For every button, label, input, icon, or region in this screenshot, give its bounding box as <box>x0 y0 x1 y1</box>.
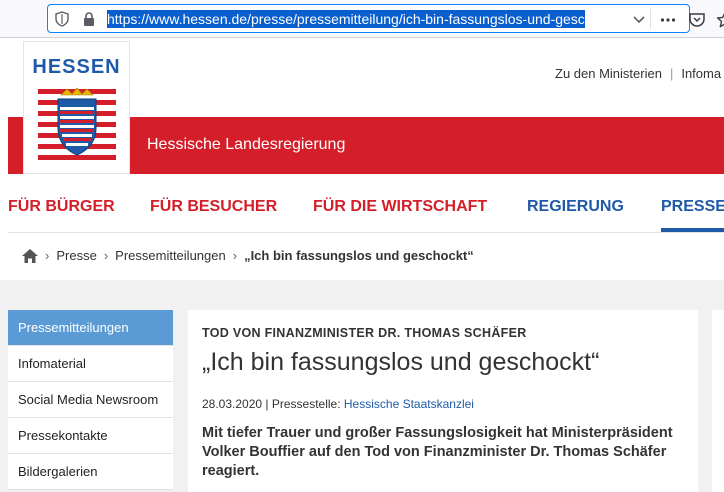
sidebar-item-infomaterial[interactable]: Infomaterial <box>8 346 173 382</box>
source-link[interactable]: Hessische Staatskanzlei <box>344 397 474 411</box>
nav-fuer-buerger[interactable]: FÜR BÜRGER <box>8 198 115 216</box>
breadcrumb-current: „Ich bin fassungslos und geschockt“ <box>244 248 474 263</box>
shield-icon[interactable] <box>54 11 70 27</box>
content-area: Pressemitteilungen Infomaterial Social M… <box>0 280 724 492</box>
breadcrumb: › Presse › Pressemitteilungen › „Ich bin… <box>8 232 724 280</box>
article: TOD VON FINANZMINISTER DR. THOMAS SCHÄFE… <box>188 310 698 492</box>
sidebar-item-bildergalerien[interactable]: Bildergalerien <box>8 454 173 490</box>
top-links: Zu den Ministerien | Infoma <box>555 66 721 81</box>
chevron-right-icon: › <box>232 248 238 263</box>
meta-separator: | <box>262 397 272 411</box>
banner-title[interactable]: Hessische Landesregierung <box>147 136 345 154</box>
breadcrumb-pressemitteilungen[interactable]: Pressemitteilungen <box>115 248 226 263</box>
nav-regierung[interactable]: REGIERUNG <box>527 198 624 216</box>
sidebar-item-social-media-newsroom[interactable]: Social Media Newsroom <box>8 382 173 418</box>
nav-presse[interactable]: PRESSE <box>661 198 724 216</box>
logo-text: HESSEN <box>32 56 121 78</box>
top-link-separator: | <box>669 66 674 81</box>
hessen-logo[interactable]: HESSEN <box>23 41 130 174</box>
right-column-box <box>712 310 724 492</box>
url-divider <box>650 9 651 29</box>
nav-fuer-besucher[interactable]: FÜR BESUCHER <box>150 198 277 216</box>
url-input[interactable]: https://www.hessen.de/presse/pressemitte… <box>107 9 626 29</box>
lock-icon[interactable] <box>81 11 97 27</box>
sidebar: Pressemitteilungen Infomaterial Social M… <box>8 310 173 490</box>
article-lead: Mit tiefer Trauer und großer Fassungslos… <box>202 425 673 479</box>
url-field[interactable]: https://www.hessen.de/presse/pressemitte… <box>47 4 724 33</box>
home-icon[interactable] <box>22 248 38 263</box>
chevron-right-icon: › <box>103 248 109 263</box>
article-date: 28.03.2020 <box>202 397 263 411</box>
link-ministerien[interactable]: Zu den Ministerien <box>555 66 662 81</box>
sidebar-item-pressekontakte[interactable]: Pressekontakte <box>8 418 173 454</box>
article-kicker: TOD VON FINANZMINISTER DR. THOMAS SCHÄFE… <box>202 326 527 340</box>
source-label: Pressestelle: <box>271 397 344 411</box>
site-header: HESSEN Zu den Ministerien | Infoma Hessi… <box>0 38 724 174</box>
article-title: „Ich bin fassungslos und geschockt“ <box>202 348 600 376</box>
bookmark-star-icon[interactable] <box>716 11 724 29</box>
more-horizontal-icon[interactable] <box>659 11 677 29</box>
coat-of-arms-icon <box>38 87 116 160</box>
browser-toolbar: https://www.hessen.de/presse/pressemitte… <box>0 0 724 38</box>
article-meta: 28.03.2020 | Pressestelle: Hessische Sta… <box>202 397 474 411</box>
main-navigation: FÜR BÜRGER FÜR BESUCHER FÜR DIE WIRTSCHA… <box>0 174 724 232</box>
link-infomaterial[interactable]: Infoma <box>681 66 721 81</box>
breadcrumb-presse[interactable]: Presse <box>56 248 96 263</box>
chevron-down-icon[interactable] <box>631 11 647 27</box>
pocket-icon[interactable] <box>688 11 706 29</box>
chevron-right-icon: › <box>45 248 50 263</box>
nav-fuer-die-wirtschaft[interactable]: FÜR DIE WIRTSCHAFT <box>313 198 487 216</box>
sidebar-item-pressemitteilungen[interactable]: Pressemitteilungen <box>8 310 173 346</box>
